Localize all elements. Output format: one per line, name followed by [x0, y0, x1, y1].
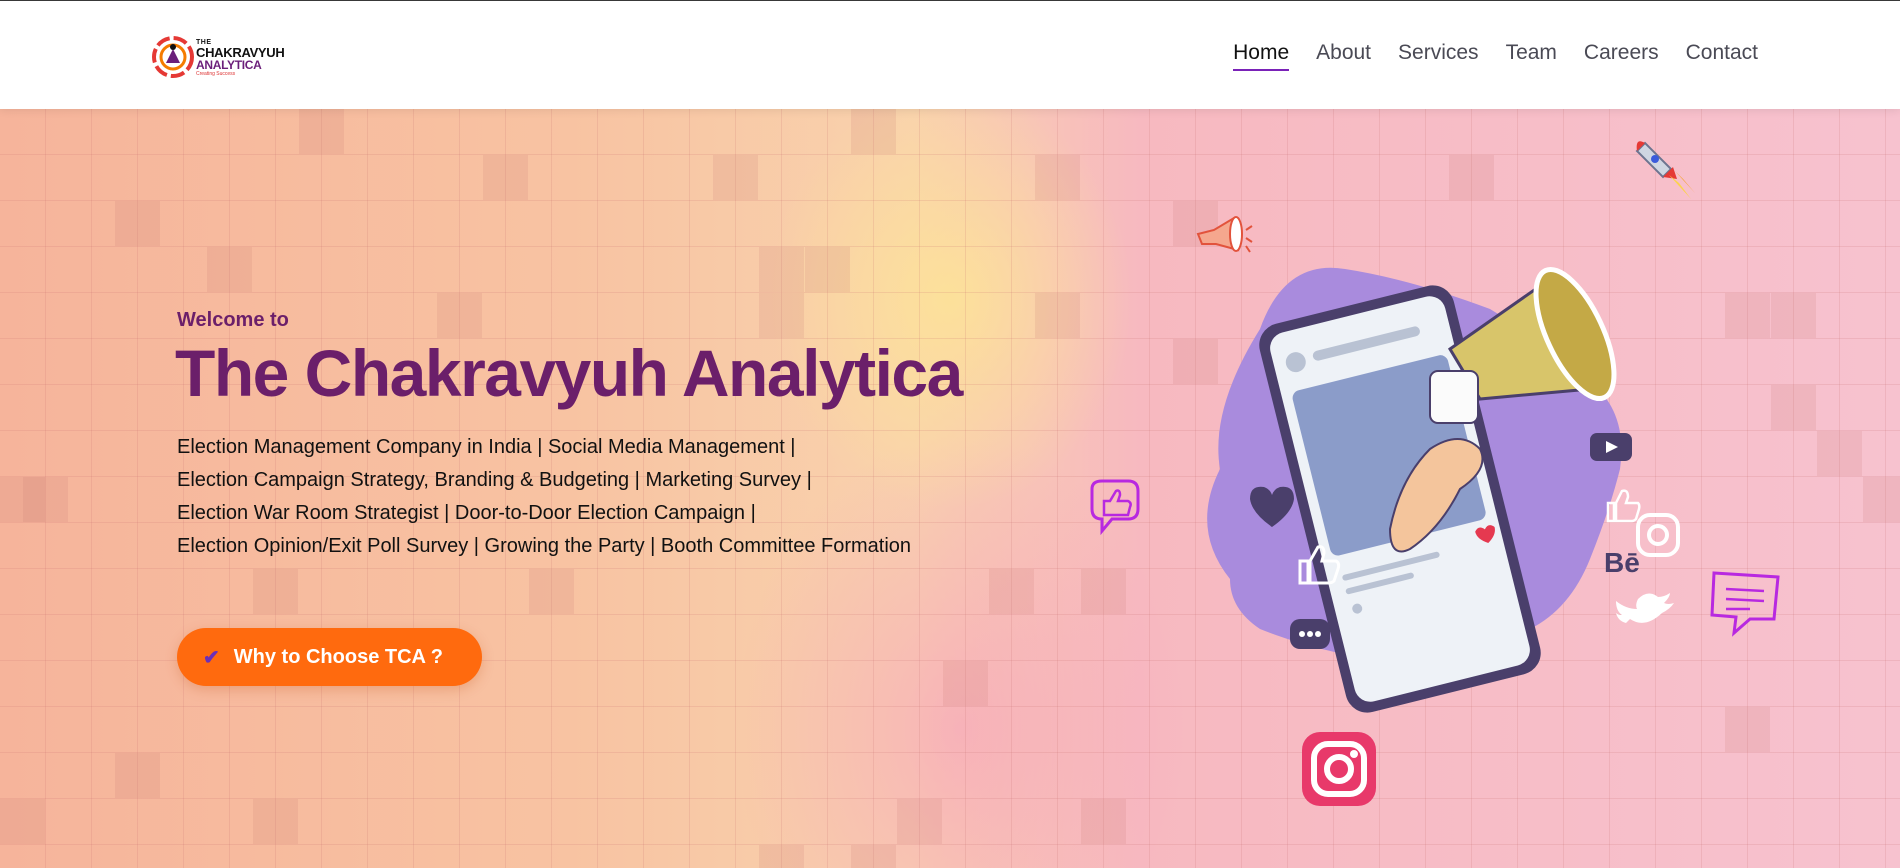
megaphone-icon	[1196, 216, 1253, 253]
why-choose-tca-button[interactable]: ✔ Why to Choose TCA ?	[177, 628, 482, 686]
site-header: THE CHAKRAVYUH ANALYTICA Creating Succes…	[0, 1, 1900, 109]
cta-label: Why to Choose TCA ?	[233, 645, 444, 668]
description-line: Election Opinion/Exit Poll Survey | Grow…	[177, 535, 912, 557]
hero-illustration: Bē	[1090, 141, 1780, 806]
logo-wordmark: THE CHAKRAVYUH ANALYTICA Creating Succes…	[196, 39, 285, 77]
hero-section: Welcome to The Chakravyuh Analytica Elec…	[0, 109, 1900, 868]
youtube-icon	[1590, 433, 1632, 461]
logo-tagline: Creating Success	[196, 71, 236, 77]
nav-team[interactable]: Team	[1506, 41, 1557, 71]
thumbs-up-bubble-icon	[1090, 479, 1140, 536]
description-line: Election Campaign Strategy, Branding & B…	[177, 469, 812, 491]
behance-icon: Bē	[1604, 547, 1640, 578]
logo[interactable]: THE CHAKRAVYUH ANALYTICA Creating Succes…	[152, 27, 285, 87]
logo-line-3: ANALYTICA	[196, 58, 262, 72]
description-line: Election War Room Strategist | Door-to-D…	[177, 502, 756, 524]
message-icon	[1710, 571, 1780, 637]
check-icon: ✔	[203, 646, 220, 669]
description-line: Election Management Company in India | S…	[177, 436, 796, 458]
twitter-icon	[1616, 593, 1674, 625]
instagram-outline-icon	[1636, 513, 1680, 557]
hero-title: The Chakravyuh Analytica	[175, 336, 963, 410]
nav-contact[interactable]: Contact	[1686, 41, 1758, 71]
chat-icon	[1290, 619, 1330, 649]
nav-home[interactable]: Home	[1233, 41, 1290, 71]
instagram-icon	[1302, 732, 1376, 806]
nav-services[interactable]: Services	[1398, 41, 1479, 71]
hero-description: Election Management Company in India | S…	[177, 431, 997, 563]
logo-emblem-icon	[152, 36, 194, 78]
nav-careers[interactable]: Careers	[1584, 41, 1659, 71]
main-nav: Home About Services Team Careers Contact	[1233, 41, 1758, 71]
nav-about[interactable]: About	[1316, 41, 1371, 71]
welcome-text: Welcome to	[177, 309, 289, 331]
rocket-icon	[1635, 141, 1695, 199]
